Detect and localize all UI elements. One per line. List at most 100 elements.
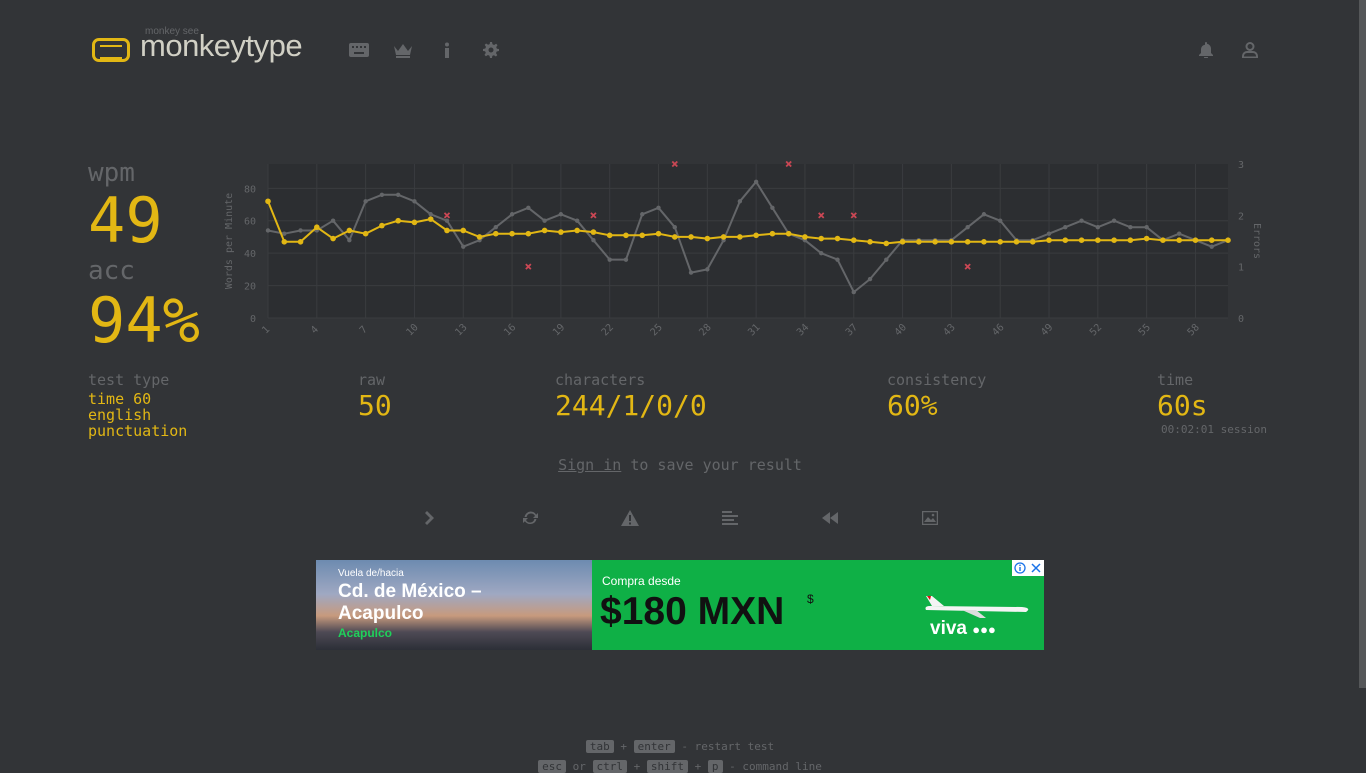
chart-raw-point bbox=[1079, 218, 1084, 223]
user-icon[interactable] bbox=[1238, 38, 1262, 62]
bell-icon[interactable] bbox=[1194, 38, 1218, 62]
ad-offer-small: Compra desde bbox=[602, 574, 681, 588]
chart-y-tick-label: 40 bbox=[244, 249, 256, 260]
chart-wpm-point bbox=[1029, 239, 1036, 245]
chart-raw-point bbox=[753, 179, 759, 185]
next-test-button[interactable] bbox=[418, 506, 442, 530]
gear-icon[interactable] bbox=[479, 38, 503, 62]
key-p: p bbox=[707, 760, 723, 773]
ad-dollar: $ bbox=[807, 592, 814, 606]
chart-raw-point bbox=[851, 289, 856, 295]
chart-raw-point bbox=[444, 218, 450, 223]
replay-button[interactable] bbox=[818, 506, 842, 530]
footer-command-text: - command line bbox=[729, 760, 822, 773]
chart-wpm-point bbox=[671, 234, 678, 240]
chart-raw-point bbox=[656, 205, 661, 210]
chart-raw-point bbox=[1095, 225, 1101, 230]
chart-x-tick-label: 58 bbox=[1186, 322, 1202, 338]
chart-x-tick-label: 49 bbox=[1039, 322, 1055, 338]
page-scrollbar[interactable] bbox=[1359, 0, 1366, 688]
chevron-right-icon bbox=[425, 511, 434, 525]
chart-raw-point bbox=[1209, 244, 1214, 249]
time-value: 60s bbox=[1157, 389, 1208, 422]
crown-icon[interactable] bbox=[391, 38, 415, 62]
logo-text[interactable]: monkeytype bbox=[140, 28, 303, 64]
sign-in-link[interactable]: Sign in bbox=[558, 456, 621, 474]
chart-wpm-point bbox=[460, 227, 467, 234]
advertisement-banner[interactable]: Vuela de/hacia Cd. de México – Acapulco … bbox=[316, 560, 1044, 650]
chart-wpm-point bbox=[639, 232, 646, 239]
chart-y-tick-label: 60 bbox=[244, 217, 256, 228]
airplane-icon bbox=[925, 596, 1029, 618]
keyboard-icon[interactable] bbox=[347, 38, 371, 62]
consistency-label: consistency bbox=[887, 371, 987, 389]
chart-wpm-point bbox=[558, 229, 564, 235]
ad-close-icon[interactable] bbox=[1028, 560, 1044, 576]
chart-y2-tick-label: 3 bbox=[1238, 160, 1244, 171]
sign-in-message: Sign in to save your result bbox=[0, 456, 1360, 474]
wpm-value: 49 bbox=[88, 184, 163, 257]
chart-wpm-point bbox=[427, 216, 434, 222]
test-type-language: english bbox=[88, 406, 152, 424]
chart-raw-point bbox=[493, 225, 498, 230]
ad-destination: Acapulco bbox=[338, 626, 393, 640]
chart-wpm-point bbox=[704, 235, 711, 242]
chart-raw-point bbox=[412, 199, 417, 204]
chart-raw-point bbox=[1176, 231, 1182, 236]
chart-wpm-point bbox=[802, 234, 808, 240]
chart-x-tick-label: 13 bbox=[453, 322, 469, 338]
word-history-button[interactable] bbox=[718, 506, 742, 530]
chart-y-axis-title: Words per Minute bbox=[224, 193, 235, 289]
chart-x-tick-label: 46 bbox=[990, 322, 1006, 338]
chart-y-tick-label: 80 bbox=[244, 184, 256, 195]
chart-raw-point bbox=[330, 218, 336, 223]
chart-wpm-point bbox=[737, 234, 743, 240]
key-tab: tab bbox=[585, 740, 614, 753]
chart-raw-point bbox=[835, 257, 840, 262]
chart-x-tick-label: 52 bbox=[1088, 322, 1104, 338]
chart-raw-point bbox=[379, 192, 385, 197]
chart-raw-point bbox=[1046, 231, 1052, 236]
chart-wpm-point bbox=[541, 227, 548, 234]
chart-raw-point bbox=[265, 228, 271, 233]
save-screenshot-button[interactable] bbox=[918, 506, 942, 530]
chart-raw-point bbox=[737, 199, 743, 204]
chart-x-tick-label: 22 bbox=[600, 322, 616, 338]
footer-plus-2: + bbox=[694, 760, 702, 773]
time-label: time bbox=[1157, 371, 1194, 389]
ad-price: $180 MXN bbox=[600, 590, 785, 633]
chart-wpm-point bbox=[509, 230, 515, 237]
logo-icon[interactable] bbox=[92, 38, 130, 62]
chart-wpm-point bbox=[379, 222, 385, 229]
chart-wpm-point bbox=[834, 235, 841, 242]
chart-wpm-point bbox=[981, 239, 987, 245]
chart-wpm-point bbox=[492, 230, 499, 237]
key-esc: esc bbox=[538, 760, 567, 773]
ad-info-icon[interactable] bbox=[1012, 560, 1028, 576]
chart-wpm-point bbox=[1127, 237, 1134, 243]
key-shift: shift bbox=[646, 760, 689, 773]
chart-wpm-point bbox=[753, 232, 759, 239]
chart-x-tick-label: 43 bbox=[941, 322, 957, 338]
chart-x-tick-label: 31 bbox=[746, 322, 762, 338]
info-icon[interactable] bbox=[435, 38, 459, 62]
chart-wpm-point bbox=[314, 224, 320, 231]
chart-wpm-point bbox=[899, 239, 906, 245]
chart-raw-point bbox=[607, 257, 612, 262]
ad-choices[interactable] bbox=[1012, 560, 1044, 576]
chart-wpm-point bbox=[867, 239, 873, 245]
restart-test-button[interactable] bbox=[518, 506, 542, 530]
chart-y-tick-label: 20 bbox=[244, 282, 256, 293]
chart-wpm-point bbox=[916, 239, 922, 245]
chart-x-tick-label: 28 bbox=[697, 322, 713, 338]
chart-y2-tick-label: 2 bbox=[1238, 211, 1244, 222]
key-ctrl: ctrl bbox=[592, 760, 628, 773]
test-type-label: test type bbox=[88, 371, 170, 389]
report-words-button[interactable] bbox=[618, 506, 642, 530]
chart-wpm-point bbox=[964, 239, 971, 245]
characters-label: characters bbox=[555, 371, 646, 389]
ad-brand: viva ●●● bbox=[930, 618, 996, 640]
chart-x-tick-label: 25 bbox=[649, 322, 665, 338]
chart-raw-point bbox=[640, 212, 645, 217]
chart-wpm-point bbox=[574, 227, 580, 234]
